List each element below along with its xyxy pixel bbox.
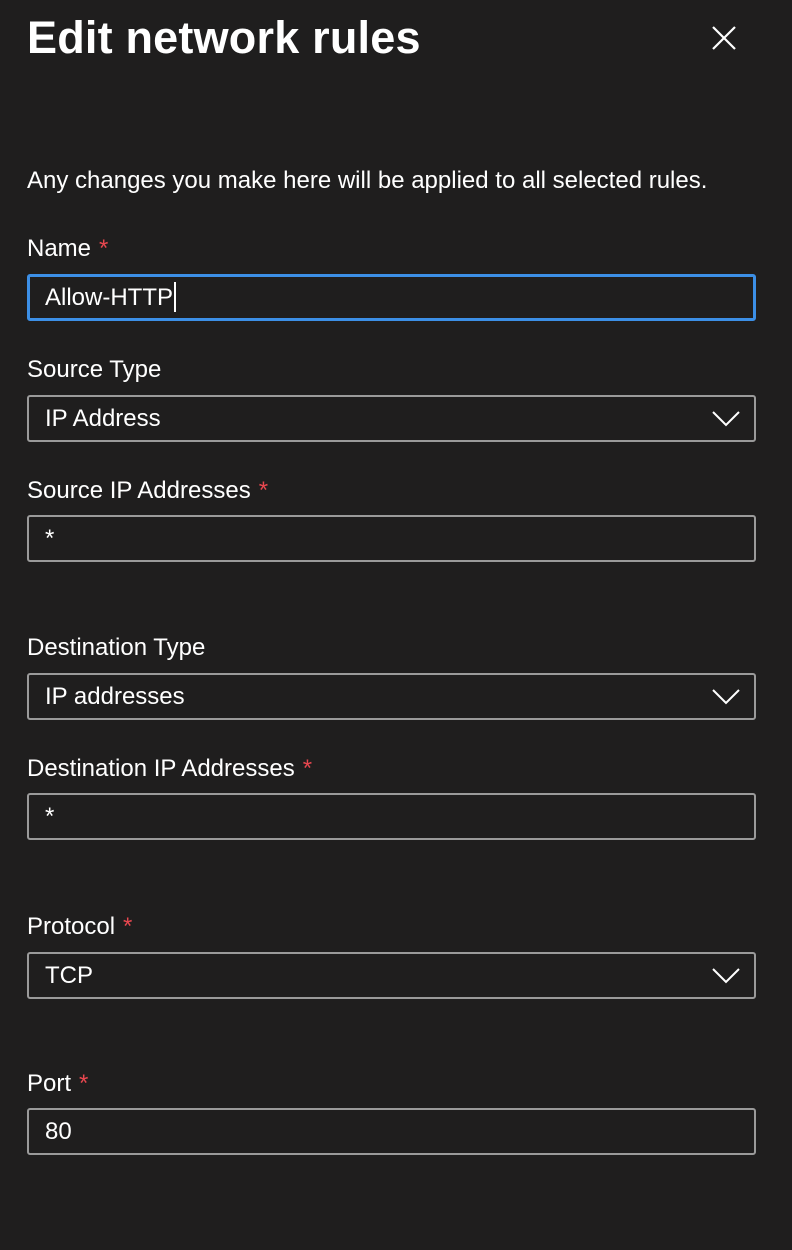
destination-ip-label: Destination IP Addresses *: [27, 753, 312, 785]
name-input-text: Allow-HTTP: [45, 284, 174, 311]
name-required-mark: *: [99, 235, 109, 262]
source-ip-label-text: Source IP Addresses: [27, 477, 251, 504]
edit-network-rules-panel: Edit network rules Any changes you make …: [0, 0, 792, 1250]
panel-title: Edit network rules: [27, 12, 421, 63]
close-icon: [712, 26, 736, 50]
intro-text: Any changes you make here will be applie…: [27, 167, 708, 194]
protocol-dropdown[interactable]: TCP: [27, 952, 756, 999]
protocol-label-text: Protocol: [27, 913, 116, 940]
destination-ip-input-value: *: [45, 803, 55, 830]
source-type-dropdown[interactable]: IP Address: [27, 395, 756, 442]
source-ip-input-value: *: [45, 525, 55, 552]
port-required-mark: *: [79, 1070, 89, 1097]
protocol-required-mark: *: [123, 913, 133, 940]
close-button[interactable]: [700, 14, 748, 62]
chevron-down-icon: [712, 411, 740, 427]
chevron-down-icon: [712, 689, 740, 705]
port-label: Port *: [27, 1068, 88, 1100]
source-ip-required-mark: *: [258, 477, 269, 504]
port-label-text: Port: [27, 1070, 72, 1097]
source-type-selected-value: IP Address: [45, 405, 161, 432]
chevron-down-icon: [712, 968, 740, 984]
name-input-value: Allow-HTTP: [45, 277, 177, 318]
port-input-value: 80: [45, 1118, 72, 1145]
name-label: Name *: [27, 233, 108, 265]
protocol-label: Protocol *: [27, 911, 132, 943]
port-input[interactable]: 80: [27, 1108, 756, 1155]
destination-type-label: Destination Type: [27, 634, 206, 661]
source-ip-input[interactable]: *: [27, 515, 756, 562]
destination-type-dropdown[interactable]: IP addresses: [27, 673, 756, 720]
destination-ip-label-text: Destination IP Addresses: [27, 755, 295, 782]
name-input[interactable]: Allow-HTTP: [27, 274, 756, 321]
name-label-text: Name: [27, 235, 92, 262]
source-type-label: Source Type: [27, 356, 162, 383]
protocol-selected-value: TCP: [45, 962, 93, 989]
destination-ip-input[interactable]: *: [27, 793, 756, 840]
source-ip-label: Source IP Addresses *: [27, 475, 268, 507]
destination-ip-required-mark: *: [302, 755, 313, 782]
text-cursor: [174, 282, 177, 313]
destination-type-selected-value: IP addresses: [45, 683, 185, 710]
